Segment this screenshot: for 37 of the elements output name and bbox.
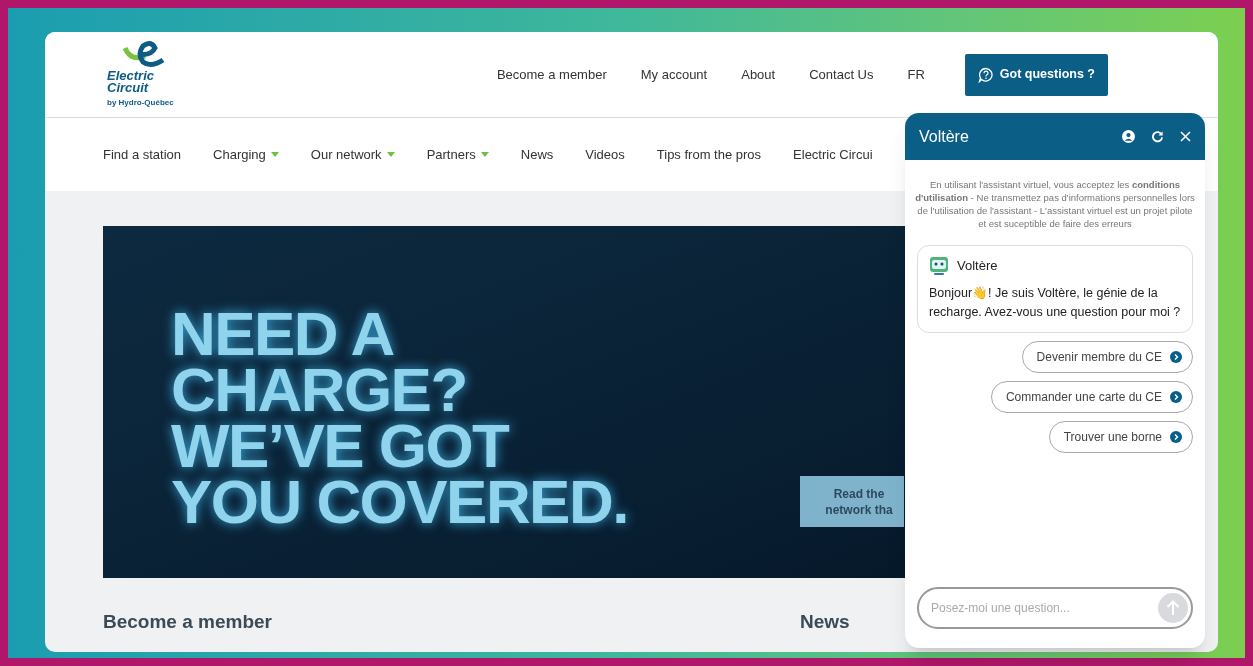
logo-byline: by Hydro-Québec [107,97,174,109]
main-nav-link[interactable]: Find a station [103,144,182,165]
top-nav-link[interactable]: My account [640,64,708,85]
top-nav-link[interactable]: FR [907,64,925,85]
top-nav-link[interactable]: Contact Us [809,64,874,85]
refresh-icon[interactable] [1151,130,1164,143]
hero-headline-line: NEED A [171,306,395,362]
main-nav-link[interactable]: Charging [213,144,279,165]
section-heading: News [800,610,850,634]
close-icon[interactable] [1180,131,1191,142]
hero-headline-line: WE’VE GOT [171,418,510,474]
disclaimer-text: En utilisant l'assistant virtuel, vous acceptez les conditions d'utilisation - Ne transmettez pas d'informations personnelles lors de l'utilisation de l'assistant - L'assistant virtuel est un projet pilote et est suceptible de faire des erreurs [915,178,1195,230]
main-nav-link[interactable]: Videos [585,144,625,165]
hero-headline-line: CHARGE? [171,362,468,418]
main-nav-link[interactable]: Tips from the pros [656,144,762,165]
chevron-circle-icon [1170,391,1182,403]
chat-title: Voltère [919,126,969,147]
logo-swirl-icon [121,40,167,70]
top-nav-link[interactable]: Become a member [496,64,607,85]
main-nav-link[interactable]: Our network [310,144,395,165]
chevron-circle-icon [1170,431,1182,443]
question-bubble-icon [977,66,994,83]
chevron-circle-icon [1170,351,1182,363]
section-heading: Become a member [103,610,273,634]
hero-headline-line: YOU COVERED. [171,474,628,530]
sender-name: Voltère [957,257,998,276]
logo-wordmark[interactable]: Electric Circuit [107,70,167,94]
main-nav-link[interactable]: News [520,144,554,165]
main-nav-link[interactable]: Partners [426,144,489,165]
chat-input[interactable]: Posez-moi une question... [917,587,1193,629]
read-more-button[interactable]: Read the network tha [800,476,904,527]
robot-avatar-icon [929,256,949,276]
got-questions-button[interactable]: Got questions ? [964,53,1108,96]
main-nav-link[interactable]: Electric Circui [793,144,873,165]
message-text: Bonjour👋! Je suis Voltère, le génie de la recharge. Avez-vous une question pour moi ? [929,285,1181,321]
top-nav-link[interactable]: About [741,64,776,85]
user-icon[interactable] [1122,130,1135,143]
